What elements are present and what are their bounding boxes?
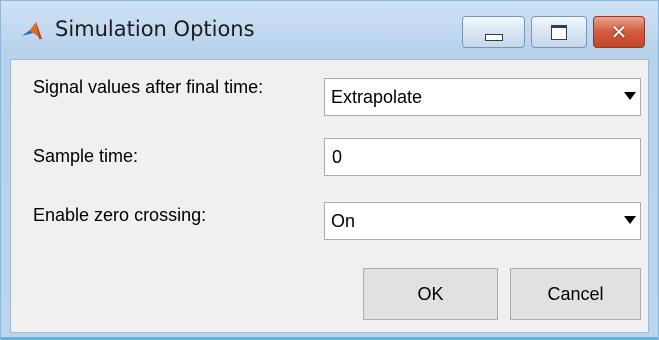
signal-values-label: Signal values after final time: [33, 77, 264, 97]
signal-values-dropdown[interactable]: Extrapolate [324, 78, 641, 116]
chevron-down-icon [624, 216, 636, 224]
dialog-body: Signal values after final time: Extrapol… [10, 59, 649, 333]
sample-time-input[interactable] [325, 139, 640, 175]
matlab-logo-icon [22, 22, 42, 39]
cancel-button[interactable]: Cancel [510, 268, 641, 320]
simulation-options-dialog: Simulation Options ✕ Signal values after… [0, 0, 659, 340]
close-button[interactable]: ✕ [593, 16, 645, 48]
ok-button[interactable]: OK [363, 268, 498, 320]
maximize-button[interactable] [531, 16, 587, 48]
minimize-button[interactable] [462, 16, 525, 48]
sample-time-label: Sample time: [33, 146, 139, 166]
zero-crossing-dropdown[interactable]: On [324, 202, 641, 240]
window-title: Simulation Options [55, 17, 255, 41]
minimize-icon [484, 33, 503, 41]
maximize-icon [551, 24, 567, 40]
title-bar[interactable]: Simulation Options ✕ [1, 1, 658, 59]
zero-crossing-label: Enable zero crossing: [33, 205, 207, 225]
zero-crossing-selected: On [331, 211, 356, 231]
signal-values-selected: Extrapolate [331, 87, 423, 107]
sample-time-field[interactable] [324, 138, 641, 176]
close-icon: ✕ [610, 20, 628, 44]
chevron-down-icon [624, 92, 636, 100]
